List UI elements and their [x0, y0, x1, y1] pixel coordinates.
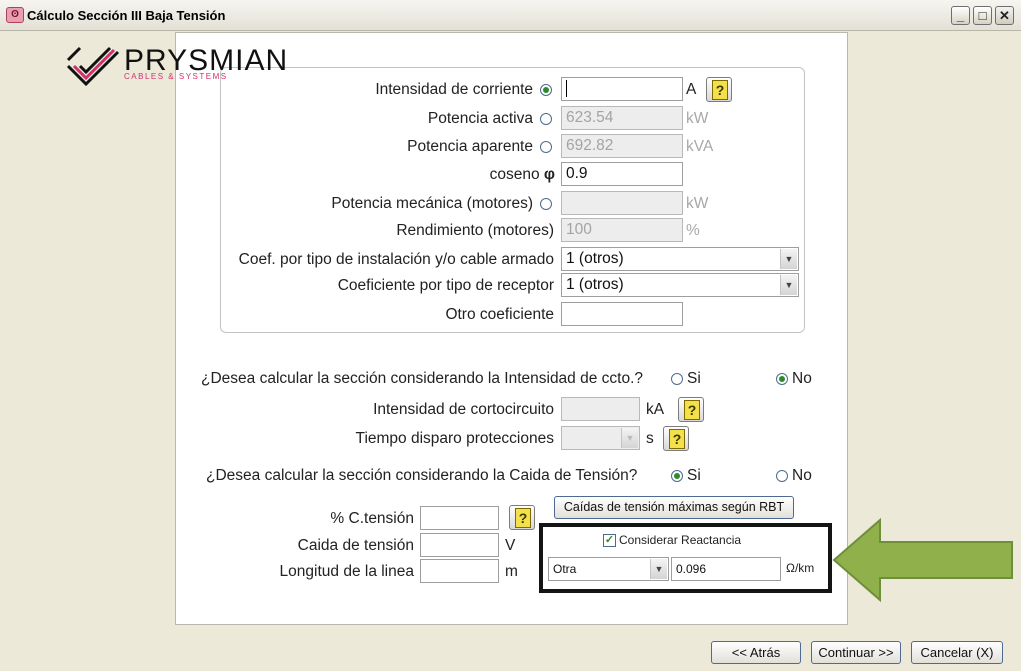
- tiempo-disparo-help-button[interactable]: ?: [663, 426, 689, 451]
- cortocircuito-no-radio[interactable]: [776, 373, 788, 385]
- window-title: Cálculo Sección III Baja Tensión: [27, 8, 226, 23]
- rendimiento-unit: %: [686, 222, 700, 239]
- potencia-aparente-unit: kVA: [686, 138, 714, 155]
- rbt-caidas-button[interactable]: Caídas de tensión máximas según RBT: [554, 496, 794, 519]
- potencia-activa-input[interactable]: 623.54: [561, 106, 683, 130]
- chevron-down-icon: ▼: [650, 559, 667, 579]
- otro-coef-input[interactable]: [561, 302, 683, 326]
- cancel-button[interactable]: Cancelar (X): [911, 641, 1003, 664]
- pct-ctension-label: % C.tensión: [330, 510, 414, 527]
- reactancia-label: Considerar Reactancia: [619, 533, 742, 547]
- caida-no-label: No: [792, 467, 812, 484]
- intensidad-help-button[interactable]: ?: [706, 77, 732, 102]
- intensidad-cc-help-button[interactable]: ?: [678, 397, 704, 422]
- reactancia-checkbox[interactable]: ✓: [603, 534, 616, 547]
- longitud-unit: m: [505, 563, 518, 580]
- maximize-icon: □: [978, 8, 987, 23]
- tiempo-disparo-select[interactable]: ▼: [561, 426, 640, 450]
- coseno-label: coseno φ: [489, 166, 555, 183]
- caida-question: ¿Desea calcular la sección considerando …: [206, 467, 638, 484]
- intensidad-unit: A: [686, 81, 697, 98]
- longitud-label: Longitud de la linea: [279, 563, 414, 580]
- pct-ctension-help-button[interactable]: ?: [509, 505, 535, 530]
- intensidad-input[interactable]: [561, 77, 683, 101]
- caida-tension-label: Caida de tensión: [297, 537, 414, 554]
- logo-tagline: CABLES & SYSTEMS: [124, 72, 228, 81]
- caida-tension-input[interactable]: [420, 533, 499, 557]
- coef-instalacion-label: Coef. por tipo de instalación y/o cable …: [238, 251, 554, 268]
- intensidad-cc-input[interactable]: [561, 397, 640, 421]
- chevron-down-icon: ▼: [780, 249, 797, 269]
- potencia-activa-label: Potencia activa: [427, 110, 533, 127]
- prysmian-logo: PRYSMIAN CABLES & SYSTEMS: [66, 44, 336, 88]
- reactancia-unit: Ω/km: [786, 561, 815, 575]
- continue-button[interactable]: Continuar >>: [811, 641, 901, 664]
- tiempo-disparo-unit: s: [646, 430, 654, 447]
- caida-tension-unit: V: [505, 537, 516, 554]
- phi-symbol: φ: [543, 166, 555, 183]
- help-icon: ?: [515, 508, 531, 528]
- help-icon: ?: [712, 80, 728, 100]
- chevron-down-icon: ▼: [780, 275, 797, 295]
- potencia-aparente-label: Potencia aparente: [407, 138, 533, 155]
- cortocircuito-si-label: Si: [687, 370, 701, 387]
- minimize-button[interactable]: _: [951, 6, 970, 25]
- check-icon: ✓: [604, 534, 615, 546]
- cortocircuito-si-radio[interactable]: [671, 373, 683, 385]
- pct-ctension-input[interactable]: [420, 506, 499, 530]
- potencia-activa-unit: kW: [686, 110, 709, 127]
- potencia-activa-radio[interactable]: [540, 113, 552, 125]
- title-bar: ʘ Cálculo Sección III Baja Tensión _ □ ✕: [0, 0, 1021, 31]
- back-button[interactable]: << Atrás: [711, 641, 801, 664]
- rendimiento-label: Rendimiento (motores): [396, 222, 554, 239]
- rendimiento-input[interactable]: 100: [561, 218, 683, 242]
- cortocircuito-question: ¿Desea calcular la sección considerando …: [201, 370, 644, 387]
- logo-mark-icon: [66, 46, 120, 87]
- potencia-mecanica-label: Potencia mecánica (motores): [331, 195, 533, 212]
- chevron-down-icon: ▼: [621, 428, 638, 448]
- potencia-aparente-radio[interactable]: [540, 141, 552, 153]
- coef-instalacion-select[interactable]: 1 (otros) ▼: [561, 247, 799, 271]
- maximize-button[interactable]: □: [973, 6, 992, 25]
- minimize-icon: _: [956, 8, 965, 23]
- app-icon: ʘ: [6, 7, 24, 23]
- intensidad-cc-label: Intensidad de cortocircuito: [373, 401, 554, 418]
- close-icon: ✕: [999, 8, 1010, 23]
- caida-no-radio[interactable]: [776, 470, 788, 482]
- reactancia-value-input[interactable]: 0.096: [671, 557, 781, 581]
- tiempo-disparo-label: Tiempo disparo protecciones: [355, 430, 554, 447]
- arrow-left-icon: [832, 518, 1013, 602]
- intensidad-cc-unit: kA: [646, 401, 665, 418]
- coseno-input[interactable]: 0.9: [561, 162, 683, 186]
- longitud-input[interactable]: [420, 559, 499, 583]
- potencia-aparente-input[interactable]: 692.82: [561, 134, 683, 158]
- cortocircuito-no-label: No: [792, 370, 812, 387]
- potencia-mecanica-unit: kW: [686, 195, 709, 212]
- caida-si-radio[interactable]: [671, 470, 683, 482]
- help-icon: ?: [669, 429, 685, 449]
- potencia-mecanica-input[interactable]: [561, 191, 683, 215]
- close-button[interactable]: ✕: [995, 6, 1014, 25]
- potencia-mecanica-radio[interactable]: [540, 198, 552, 210]
- coef-receptor-select[interactable]: 1 (otros) ▼: [561, 273, 799, 297]
- reactancia-type-select[interactable]: Otra ▼: [548, 557, 669, 581]
- caida-si-label: Si: [687, 467, 701, 484]
- help-icon: ?: [684, 400, 700, 420]
- otro-coef-label: Otro coeficiente: [445, 306, 554, 323]
- intensidad-radio[interactable]: [540, 84, 552, 96]
- coef-receptor-label: Coeficiente por tipo de receptor: [337, 277, 554, 294]
- intensidad-label: Intensidad de corriente: [375, 81, 533, 98]
